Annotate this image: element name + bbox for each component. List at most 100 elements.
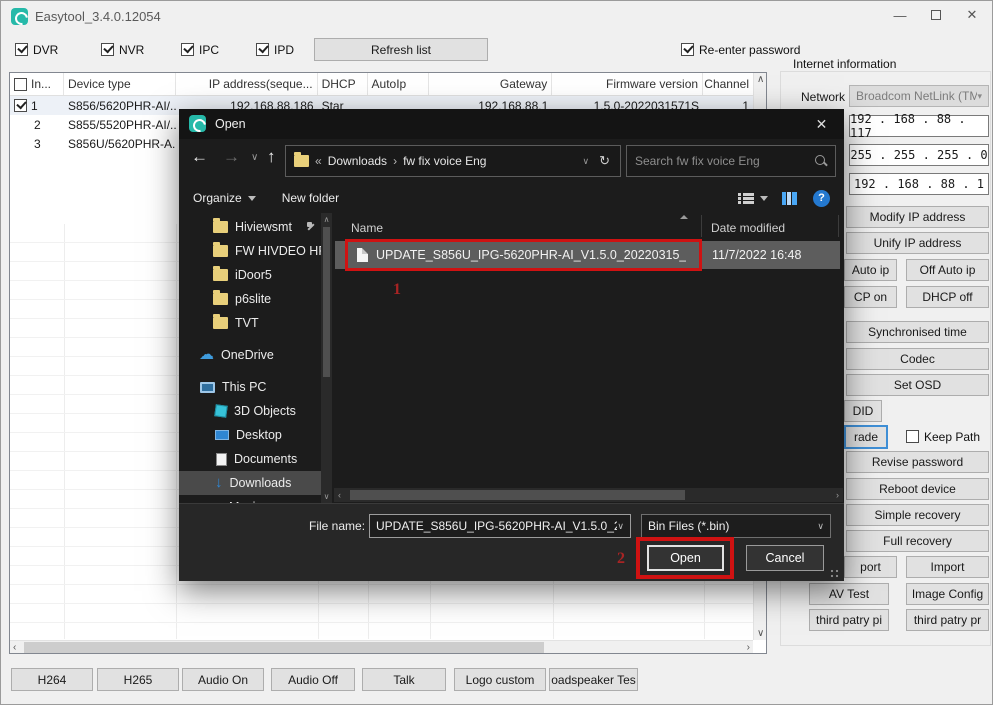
logo-custom-button[interactable]: Logo custom [454, 668, 546, 691]
simple-recovery-button[interactable]: Simple recovery [846, 504, 989, 526]
file-list-horizontal-scrollbar[interactable]: ‹ › [334, 488, 843, 502]
talk-button[interactable]: Talk [362, 668, 446, 691]
history-chevron-icon[interactable]: ∨ [251, 152, 258, 163]
reenter-password-checkbox[interactable] [681, 43, 694, 56]
search-icon[interactable] [815, 155, 827, 167]
ip-address-field[interactable]: 192 . 168 . 88 . 117 [849, 115, 989, 137]
sidebar-item-p6slite[interactable]: p6slite [179, 287, 321, 311]
dvr-checkbox[interactable] [15, 43, 28, 56]
sidebar-item-fw-hivdeo[interactable]: FW HIVDEO HP- [179, 239, 321, 263]
filter-ipc[interactable]: IPC [181, 43, 219, 57]
organize-menu[interactable]: Organize [193, 191, 242, 205]
breadcrumb-prefix[interactable]: « [315, 154, 322, 168]
h264-button[interactable]: H264 [11, 668, 93, 691]
select-all-checkbox[interactable] [14, 78, 27, 91]
cancel-button[interactable]: Cancel [746, 545, 824, 571]
sidebar-item-music[interactable]: ♪Music [179, 495, 321, 503]
subnet-mask-field[interactable]: 255 . 255 . 255 . 0 [849, 144, 989, 166]
revise-password-button[interactable]: Revise password [846, 451, 989, 473]
header-device-type[interactable]: Device type [64, 73, 176, 95]
keep-path[interactable]: Keep Path [906, 430, 980, 444]
preview-pane-icon[interactable] [782, 192, 797, 205]
import-button[interactable]: Import [906, 556, 989, 578]
sidebar-item-idoor5[interactable]: iDoor5 [179, 263, 321, 287]
image-config-button[interactable]: Image Config [906, 583, 989, 605]
reenter-password[interactable]: Re-enter password [681, 43, 800, 57]
audio-on-button[interactable]: Audio On [182, 668, 264, 691]
sidebar-item-onedrive[interactable]: ☁OneDrive [179, 343, 321, 367]
search-box[interactable]: Search fw fix voice Eng [626, 145, 836, 177]
sidebar-item-this-pc[interactable]: This PC [179, 375, 321, 399]
scroll-up-icon[interactable]: ∧ [321, 215, 332, 224]
view-list-icon[interactable] [738, 192, 754, 205]
sidebar-item-desktop[interactable]: Desktop [179, 423, 321, 447]
view-chevron-icon[interactable] [760, 196, 768, 201]
upgrade-button[interactable]: rade [844, 425, 888, 449]
third-party-left-button[interactable]: third patry pi [809, 609, 889, 631]
network-dropdown[interactable]: Broadcom NetLink (TM▾ [849, 85, 989, 107]
nvr-checkbox[interactable] [101, 43, 114, 56]
new-folder-button[interactable]: New folder [282, 191, 339, 205]
up-icon[interactable]: ↑ [267, 147, 276, 167]
header-ip-address[interactable]: IP address(seque... [176, 73, 318, 95]
dhcp-off-button[interactable]: DHCP off [906, 286, 989, 308]
full-recovery-button[interactable]: Full recovery [846, 530, 989, 552]
address-bar[interactable]: « Downloads › fw fix voice Eng ∨ ↻ [285, 145, 621, 177]
sync-time-button[interactable]: Synchronised time [846, 321, 989, 343]
scroll-left-icon[interactable]: ‹ [338, 489, 341, 501]
codec-button[interactable]: Codec [846, 348, 989, 370]
third-party-right-button[interactable]: third patry pr [906, 609, 989, 631]
breadcrumb-folder[interactable]: fw fix voice Eng [403, 154, 486, 168]
loudspeaker-test-button[interactable]: oadspeaker Tes [549, 668, 638, 691]
chevron-down-icon[interactable]: ∨ [617, 521, 624, 532]
filter-nvr[interactable]: NVR [101, 43, 144, 57]
name-column-header[interactable]: Name [351, 221, 383, 235]
refresh-icon[interactable]: ↻ [599, 153, 620, 169]
scrollbar-thumb[interactable] [323, 227, 330, 377]
keep-path-checkbox[interactable] [906, 430, 919, 443]
address-chevron-icon[interactable]: ∨ [573, 156, 600, 167]
sidebar-item-downloads[interactable]: ↓Downloads [179, 471, 321, 495]
dialog-close-button[interactable]: ✕ [799, 109, 844, 139]
sidebar-item-documents[interactable]: Documents [179, 447, 321, 471]
av-test-button[interactable]: AV Test [809, 583, 889, 605]
modify-ip-button[interactable]: Modify IP address [846, 206, 989, 228]
export-button[interactable]: port [844, 556, 897, 578]
filter-dvr[interactable]: DVR [15, 43, 58, 57]
audio-off-button[interactable]: Audio Off [271, 668, 355, 691]
resize-grip[interactable] [830, 569, 840, 579]
did-button[interactable]: DID [844, 400, 882, 422]
maximize-button[interactable] [920, 1, 952, 29]
header-channel[interactable]: Channel [703, 73, 753, 95]
scrollbar-thumb[interactable] [350, 490, 685, 500]
chevron-down-icon[interactable]: ∨ [817, 521, 824, 532]
set-osd-button[interactable]: Set OSD [846, 374, 989, 396]
gateway-field[interactable]: 192 . 168 . 88 . 1 [849, 173, 989, 195]
unify-ip-button[interactable]: Unify IP address [846, 232, 989, 254]
sidebar-item-3d-objects[interactable]: 3D Objects [179, 399, 321, 423]
table-horizontal-scrollbar[interactable]: ‹ › [10, 640, 753, 653]
help-icon[interactable]: ? [813, 190, 830, 207]
auto-ip-button[interactable]: Auto ip [844, 259, 897, 281]
breadcrumb-downloads[interactable]: Downloads [328, 154, 387, 168]
header-dhcp[interactable]: DHCP [318, 73, 368, 95]
reboot-device-button[interactable]: Reboot device [846, 478, 989, 500]
header-autoip[interactable]: AutoIp [368, 73, 430, 95]
header-firmware[interactable]: Firmware version [552, 73, 703, 95]
minimize-button[interactable]: — [884, 1, 916, 29]
sidebar-item-hiviewsmt[interactable]: Hiviewsmt [179, 215, 321, 239]
ipd-checkbox[interactable] [256, 43, 269, 56]
back-icon[interactable]: ← [191, 147, 208, 167]
filter-ipd[interactable]: IPD [256, 43, 294, 57]
ipc-checkbox[interactable] [181, 43, 194, 56]
scrollbar-thumb[interactable] [24, 642, 544, 653]
refresh-list-button[interactable]: Refresh list [314, 38, 488, 61]
date-modified-column-header[interactable]: Date modified [711, 221, 785, 235]
scroll-right-icon[interactable]: › [836, 489, 839, 501]
row-checkbox[interactable] [14, 99, 27, 112]
header-gateway[interactable]: Gateway [429, 73, 552, 95]
forward-icon[interactable]: → [223, 147, 240, 167]
file-type-dropdown[interactable]: Bin Files (*.bin) ∨ [641, 514, 831, 538]
sidebar-scrollbar[interactable]: ∧ ∨ [321, 213, 332, 503]
sidebar-item-tvt[interactable]: TVT [179, 311, 321, 335]
